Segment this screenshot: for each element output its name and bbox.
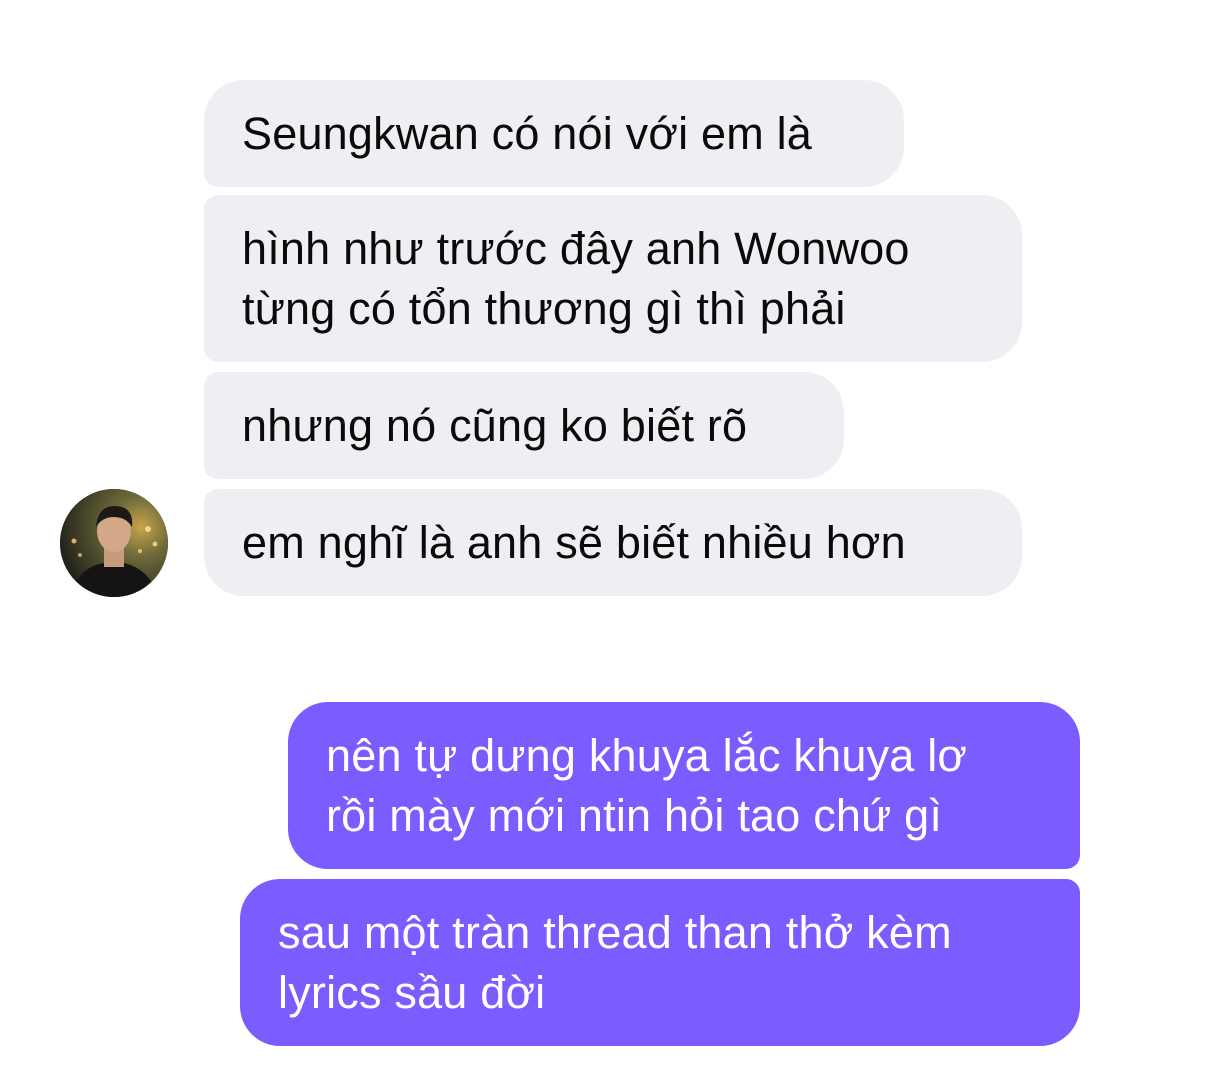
incoming-message-bubble[interactable]: nhưng nó cũng ko biết rõ (204, 372, 844, 479)
message-text: lyrics sầu đời (278, 967, 546, 1018)
incoming-message-bubble[interactable]: hình như trước đây anh Wonwoo từng có tổ… (204, 195, 1022, 362)
message-text: rồi mày mới ntin hỏi tao chứ gì (326, 790, 943, 841)
incoming-message-bubble[interactable]: em nghĩ là anh sẽ biết nhiều hơn (204, 489, 1022, 596)
outgoing-message-bubble[interactable]: sau một tràn thread than thở kèm lyrics … (240, 879, 1080, 1046)
message-text: hình như trước đây anh Wonwoo (242, 223, 910, 274)
message-text: sau một tràn thread than thở kèm (278, 907, 952, 958)
message-text: từng có tổn thương gì thì phải (242, 283, 846, 334)
outgoing-message-bubble[interactable]: nên tự dưng khuya lắc khuya lơ rồi mày m… (288, 702, 1080, 869)
message-text: nên tự dưng khuya lắc khuya lơ (326, 730, 968, 781)
contact-avatar[interactable] (60, 489, 168, 597)
incoming-message-bubble[interactable]: Seungkwan có nói với em là (204, 80, 904, 187)
message-text: em nghĩ là anh sẽ biết nhiều hơn (242, 517, 906, 568)
message-text: nhưng nó cũng ko biết rõ (242, 400, 748, 451)
message-text: Seungkwan có nói với em là (242, 108, 813, 159)
avatar-photo-icon (60, 489, 168, 597)
chat-thread: Seungkwan có nói với em là hình như trướ… (0, 0, 1205, 1078)
